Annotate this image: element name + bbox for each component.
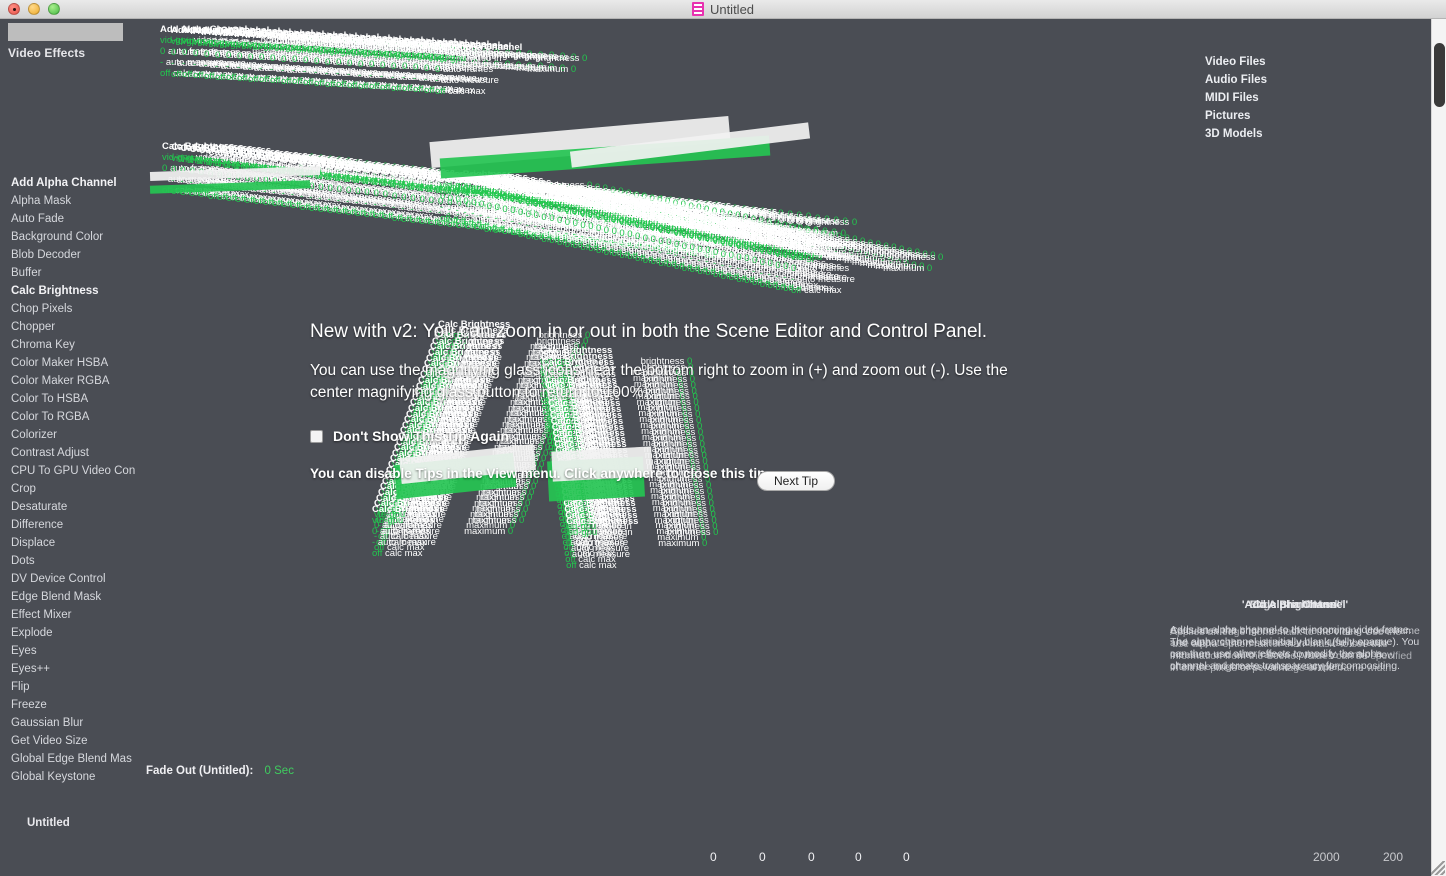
effect-item[interactable]: Effect Mixer	[0, 606, 140, 624]
effect-item[interactable]: Calc Brightness	[0, 282, 140, 300]
graph-node[interactable]: Calc Brightnessvid-gpu video inbrightnes…	[566, 516, 718, 571]
media-category-item[interactable]: MIDI Files	[1205, 89, 1420, 107]
close-button[interactable]	[8, 3, 20, 15]
effect-item[interactable]: Add Alpha Channel	[0, 174, 140, 192]
window-resize-grip[interactable]	[1431, 861, 1445, 875]
effect-item[interactable]: Chopper	[0, 318, 140, 336]
effect-item[interactable]: Color Maker HSBA	[0, 354, 140, 372]
graph-node[interactable]: Calc Brightnessvid-gpu video inbrightnes…	[791, 241, 943, 296]
timeline-ruler: 0 0 0 0 0 2000 200	[140, 850, 1446, 870]
ruler-range-value: 2000	[1313, 850, 1340, 864]
effect-item[interactable]: Displace	[0, 534, 140, 552]
effect-item[interactable]: Color To RGBA	[0, 408, 140, 426]
minimize-button[interactable]	[28, 3, 40, 15]
ruler-value: 0	[759, 850, 766, 864]
effect-item[interactable]: Buffer	[0, 264, 140, 282]
window-titlebar: Untitled	[0, 0, 1446, 19]
effect-item[interactable]: Alpha Mask	[0, 192, 140, 210]
ruler-value: 0	[710, 850, 717, 864]
effect-item[interactable]: CPU To GPU Video Con	[0, 462, 140, 480]
tip-body: You can use the magnifying glass icons n…	[310, 362, 1008, 401]
effect-item[interactable]: Background Color	[0, 228, 140, 246]
effect-item[interactable]: Chroma Key	[0, 336, 140, 354]
effect-item[interactable]: Desaturate	[0, 498, 140, 516]
tip-heading: New with v2: You can zoom in or out in b…	[310, 321, 988, 342]
panel-title: Video Effects	[8, 46, 86, 60]
scrollbar-thumb[interactable]	[1434, 43, 1445, 107]
effect-item[interactable]: Edge Blend Mask	[0, 588, 140, 606]
dont-show-label: Don't Show This Tip Again	[333, 428, 509, 444]
zoom-button[interactable]	[48, 3, 60, 15]
traffic-light-group	[8, 3, 60, 15]
effect-item[interactable]: Eyes++	[0, 660, 140, 678]
document-label: Untitled	[27, 817, 70, 829]
fade-out-value: 0 Sec	[264, 765, 294, 777]
tip-overlay[interactable]: New with v2: You can zoom in or out in b…	[310, 320, 1010, 491]
effect-item[interactable]: Explode	[0, 624, 140, 642]
effect-item[interactable]: Auto Fade	[0, 210, 140, 228]
fade-out-label: Fade Out (Untitled):	[146, 765, 254, 777]
media-category-item[interactable]: Audio Files	[1205, 71, 1420, 89]
effect-item[interactable]: Chop Pixels	[0, 300, 140, 318]
effect-item[interactable]: Eyes	[0, 642, 140, 660]
next-tip-button[interactable]: Next Tip	[757, 471, 835, 491]
graph-node[interactable]: Add Alpha Channel vid-gpu video in brightn…	[435, 42, 587, 97]
media-category-item[interactable]: 3D Models	[1205, 125, 1420, 143]
effects-list: Add Alpha Channel Alpha Mask Auto Fade Back…	[0, 174, 140, 786]
ruler-value: 0	[808, 850, 815, 864]
effect-item[interactable]: Dots	[0, 552, 140, 570]
ruler-value: 0	[855, 850, 862, 864]
effect-item[interactable]: Color To HSBA	[0, 390, 140, 408]
effect-item[interactable]: Contrast Adjust	[0, 444, 140, 462]
fade-out-status: Fade Out (Untitled): 0 Sec	[146, 765, 294, 777]
media-category-item[interactable]: Pictures	[1205, 107, 1420, 125]
tip-checkbox-row[interactable]: Don't Show This Tip Again	[310, 428, 1010, 444]
effect-item[interactable]: Difference	[0, 516, 140, 534]
graph-node-title: Calc Brightness	[372, 503, 445, 515]
window-title-group: Untitled	[0, 2, 1446, 17]
effect-item[interactable]: DV Device Control	[0, 570, 140, 588]
effect-item[interactable]: Global Edge Blend Mas	[0, 750, 140, 768]
effect-item[interactable]: Blob Decoder	[0, 246, 140, 264]
vertical-scrollbar[interactable]	[1431, 19, 1446, 876]
dont-show-checkbox[interactable]	[310, 429, 323, 443]
tip-footer: You can disable Tips in the View menu. C…	[310, 466, 770, 481]
effect-item[interactable]: Freeze	[0, 696, 140, 714]
effect-item[interactable]: Crop	[0, 480, 140, 498]
search-input[interactable]	[8, 23, 123, 41]
graph-node[interactable]: Calc Brightnessvid-gpu video inbrightnes…	[372, 504, 524, 559]
effect-item[interactable]: Global Keystone	[0, 768, 140, 786]
effect-item[interactable]: Get Video Size	[0, 732, 140, 750]
ruler-range-value: 200	[1383, 850, 1404, 864]
window-title: Untitled	[709, 1, 755, 17]
effect-item[interactable]: Colorizer	[0, 426, 140, 444]
effect-item[interactable]: Flip	[0, 678, 140, 696]
ruler-value: 0	[903, 850, 910, 864]
effect-item[interactable]: Color Maker RGBA	[0, 372, 140, 390]
effects-sidebar: Video Effects Add Alpha Channel Alpha Mas…	[0, 19, 140, 876]
film-strip-icon	[691, 2, 704, 16]
media-category-item[interactable]: Video Files	[1205, 53, 1420, 71]
graph-node-title: Calc Brightness	[566, 516, 639, 528]
panel-right-edge	[1420, 19, 1431, 876]
app-window: Untitled Video Effects Add Alpha Channel…	[0, 0, 1446, 876]
effect-item[interactable]: Gaussian Blur	[0, 714, 140, 732]
graph-node-title: Calc Brightness	[791, 241, 864, 252]
graph-node-title: Add Alpha Channel	[435, 41, 523, 53]
